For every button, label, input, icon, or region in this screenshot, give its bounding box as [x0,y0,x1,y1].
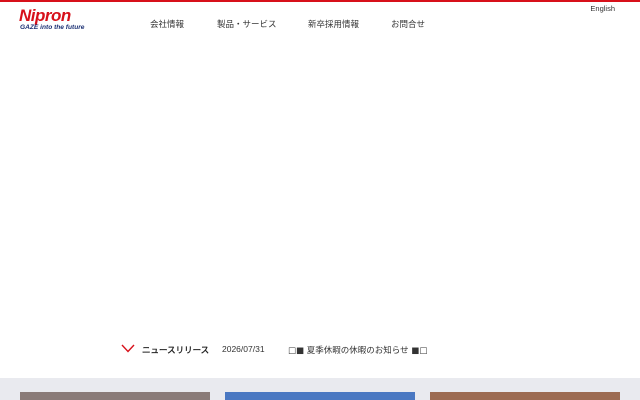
chevron-down-icon[interactable] [121,344,135,353]
logo-tagline: GAZE into the future [20,24,85,31]
feature-card-2[interactable] [225,392,415,400]
news-ticker: ニュースリリース 2026/07/31 □■ 夏季休暇の休暇のお知らせ ■□ [0,340,640,360]
language-switch-link[interactable]: English [590,4,615,13]
logo-wordmark: Nipron [19,6,71,25]
news-date: 2026/07/31 [222,344,265,354]
nav-item-company-info[interactable]: 会社情報 [150,18,184,30]
nav-item-graduate-recruitment[interactable]: 新卒採用情報 [308,18,359,30]
feature-cards-strip [0,378,640,400]
feature-card-3[interactable] [430,392,620,400]
nav-item-products-services[interactable]: 製品・サービス [217,18,277,30]
news-headline-link[interactable]: □■ 夏季休暇の休暇のお知らせ ■□ [288,344,427,356]
hero-area [0,42,640,332]
news-section-label[interactable]: ニュースリリース [142,344,209,356]
nipron-logo[interactable]: Nipron GAZE into the future [19,7,89,33]
feature-card-1[interactable] [20,392,210,400]
nav-item-contact[interactable]: お問合せ [391,18,425,30]
top-accent-rule [0,0,640,2]
